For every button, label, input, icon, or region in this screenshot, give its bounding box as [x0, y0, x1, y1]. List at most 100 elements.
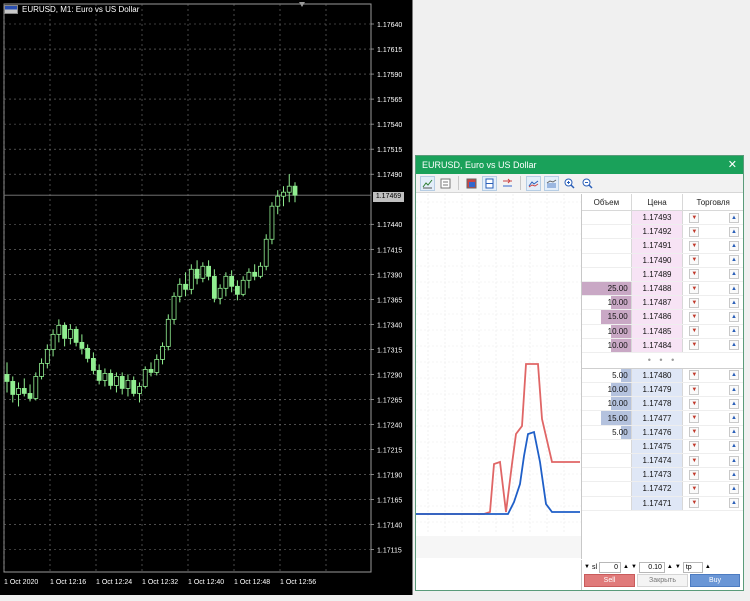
sell-limit-chevron-icon[interactable]: ▼: [689, 226, 700, 237]
price-cell[interactable]: 1.17487: [631, 296, 684, 310]
buy-limit-chevron-icon[interactable]: ▲: [729, 427, 739, 438]
price-cell[interactable]: 1.17476: [631, 425, 684, 439]
sell-limit-chevron-icon[interactable]: ▼: [689, 311, 700, 322]
candle-body: [183, 283, 188, 290]
price-cell[interactable]: 1.17480: [631, 368, 684, 383]
sell-limit-chevron-icon[interactable]: ▼: [689, 255, 700, 266]
sell-limit-chevron-icon[interactable]: ▼: [689, 455, 700, 466]
dom-title: EURUSD, Euro vs US Dollar: [422, 160, 537, 170]
dom-titlebar[interactable]: EURUSD, Euro vs US Dollar ✕: [416, 156, 743, 174]
sell-limit-chevron-icon[interactable]: ▼: [689, 326, 700, 337]
buy-limit-chevron-icon[interactable]: ▲: [729, 269, 739, 280]
sell-limit-chevron-icon[interactable]: ▼: [689, 283, 700, 294]
sell-limit-chevron-icon[interactable]: ▼: [689, 398, 700, 409]
price-cell[interactable]: 1.17493: [631, 211, 684, 225]
split-icon[interactable]: [482, 175, 497, 191]
price-cell[interactable]: 1.17491: [631, 239, 684, 253]
buy-limit-chevron-icon[interactable]: ▲: [729, 469, 739, 480]
close-position-button[interactable]: Закрыть: [637, 574, 688, 587]
candle-body: [137, 386, 142, 394]
sell-limit-chevron-icon[interactable]: ▼: [689, 469, 700, 480]
price-cell[interactable]: 1.17489: [631, 267, 684, 281]
curve-icon[interactable]: [526, 175, 541, 191]
buy-limit-chevron-icon[interactable]: ▲: [729, 326, 739, 337]
buy-limit-chevron-icon[interactable]: ▲: [729, 283, 739, 294]
volume-cell: [582, 253, 632, 267]
candle-body: [91, 358, 96, 371]
price-cell[interactable]: 1.17488: [631, 281, 684, 296]
sell-limit-chevron-icon[interactable]: ▼: [689, 269, 700, 280]
list-icon[interactable]: [438, 176, 453, 191]
price-cell[interactable]: 1.17484: [631, 338, 684, 352]
sell-limit-chevron-icon[interactable]: ▼: [689, 413, 700, 424]
zoom-out-icon[interactable]: [580, 176, 595, 191]
price-cell[interactable]: 1.17485: [631, 324, 684, 338]
price-cell[interactable]: 1.17471: [631, 496, 684, 510]
sl-field[interactable]: 0: [599, 561, 622, 573]
buy-limit-chevron-icon[interactable]: ▲: [729, 370, 739, 381]
price-cell[interactable]: 1.17479: [631, 383, 684, 397]
lot-down-icon[interactable]: ▼: [631, 564, 637, 570]
price-cell[interactable]: 1.17492: [631, 225, 684, 239]
layout-icon[interactable]: [500, 176, 515, 191]
buy-limit-chevron-icon[interactable]: ▲: [729, 212, 739, 223]
buy-limit-chevron-icon[interactable]: ▲: [729, 340, 739, 351]
price-cell[interactable]: 1.17478: [631, 397, 684, 411]
chart-icon[interactable]: [420, 175, 435, 191]
sell-limit-chevron-icon[interactable]: ▼: [689, 297, 700, 308]
buy-limit-chevron-icon[interactable]: ▲: [729, 240, 739, 251]
sell-limit-chevron-icon[interactable]: ▼: [689, 370, 700, 381]
sl-down-icon[interactable]: ▼: [584, 564, 590, 570]
volume-cell: [582, 482, 632, 496]
sell-limit-chevron-icon[interactable]: ▼: [689, 340, 700, 351]
sell-button[interactable]: Sell: [584, 574, 635, 587]
buy-limit-chevron-icon[interactable]: ▲: [729, 255, 739, 266]
sell-limit-chevron-icon[interactable]: ▼: [689, 483, 700, 494]
color-icon[interactable]: [464, 176, 479, 191]
price-chart[interactable]: 1.17640 1.17615 1.17590 1.17565 1.17540 1.175…: [0, 0, 413, 595]
candle-body: [194, 268, 200, 279]
buy-limit-chevron-icon[interactable]: ▲: [729, 226, 739, 237]
sl-up-icon[interactable]: ▲: [623, 564, 629, 570]
candle-body: [10, 381, 16, 395]
buy-button[interactable]: Buy: [690, 574, 740, 587]
terminal-window: 1.17640 1.17615 1.17590 1.17565 1.17540 1.175…: [0, 0, 750, 601]
candle-body: [131, 380, 137, 394]
buy-limit-chevron-icon[interactable]: ▲: [729, 441, 739, 452]
sell-limit-chevron-icon[interactable]: ▼: [689, 240, 700, 251]
sell-limit-chevron-icon[interactable]: ▼: [689, 384, 700, 395]
sell-limit-chevron-icon[interactable]: ▼: [689, 212, 700, 223]
tp-field[interactable]: tp: [682, 561, 703, 573]
symbol-menu-caret-icon[interactable]: [299, 2, 305, 7]
price-cell[interactable]: 1.17472: [631, 482, 684, 496]
fill-icon[interactable]: [544, 175, 559, 191]
lot-field[interactable]: 0.10: [638, 561, 665, 573]
candle-body: [39, 363, 44, 377]
buy-limit-chevron-icon[interactable]: ▲: [729, 498, 739, 509]
buy-limit-chevron-icon[interactable]: ▲: [729, 384, 739, 395]
buy-limit-chevron-icon[interactable]: ▲: [729, 297, 739, 308]
zoom-in-icon[interactable]: [562, 176, 577, 191]
price-cell[interactable]: 1.17473: [631, 468, 684, 482]
buy-limit-chevron-icon[interactable]: ▲: [729, 311, 739, 322]
price-cell[interactable]: 1.17475: [631, 439, 684, 453]
sell-limit-chevron-icon[interactable]: ▼: [689, 498, 700, 509]
close-icon[interactable]: ✕: [728, 156, 737, 174]
sell-limit-chevron-icon[interactable]: ▼: [689, 441, 700, 452]
lot-up-icon[interactable]: ▲: [667, 564, 673, 570]
buy-limit-chevron-icon[interactable]: ▲: [729, 413, 739, 424]
candle-body: [96, 370, 102, 381]
price-axis-label: 1.17640: [377, 22, 402, 29]
chart-canvas[interactable]: 1.17640 1.17615 1.17590 1.17565 1.17540 1.175…: [0, 0, 413, 595]
buy-limit-chevron-icon[interactable]: ▲: [729, 398, 739, 409]
price-cell[interactable]: 1.17474: [631, 454, 684, 468]
price-cell[interactable]: 1.17490: [631, 253, 684, 267]
buy-limit-chevron-icon[interactable]: ▲: [729, 483, 739, 494]
tp-down-icon[interactable]: ▼: [675, 564, 681, 570]
price-cell[interactable]: 1.17477: [631, 411, 684, 425]
price-cell[interactable]: 1.17486: [631, 310, 684, 324]
tp-up-icon[interactable]: ▲: [705, 564, 711, 570]
buy-limit-chevron-icon[interactable]: ▲: [729, 455, 739, 466]
price-axis-label: 1.17190: [377, 473, 402, 480]
sell-limit-chevron-icon[interactable]: ▼: [689, 427, 700, 438]
